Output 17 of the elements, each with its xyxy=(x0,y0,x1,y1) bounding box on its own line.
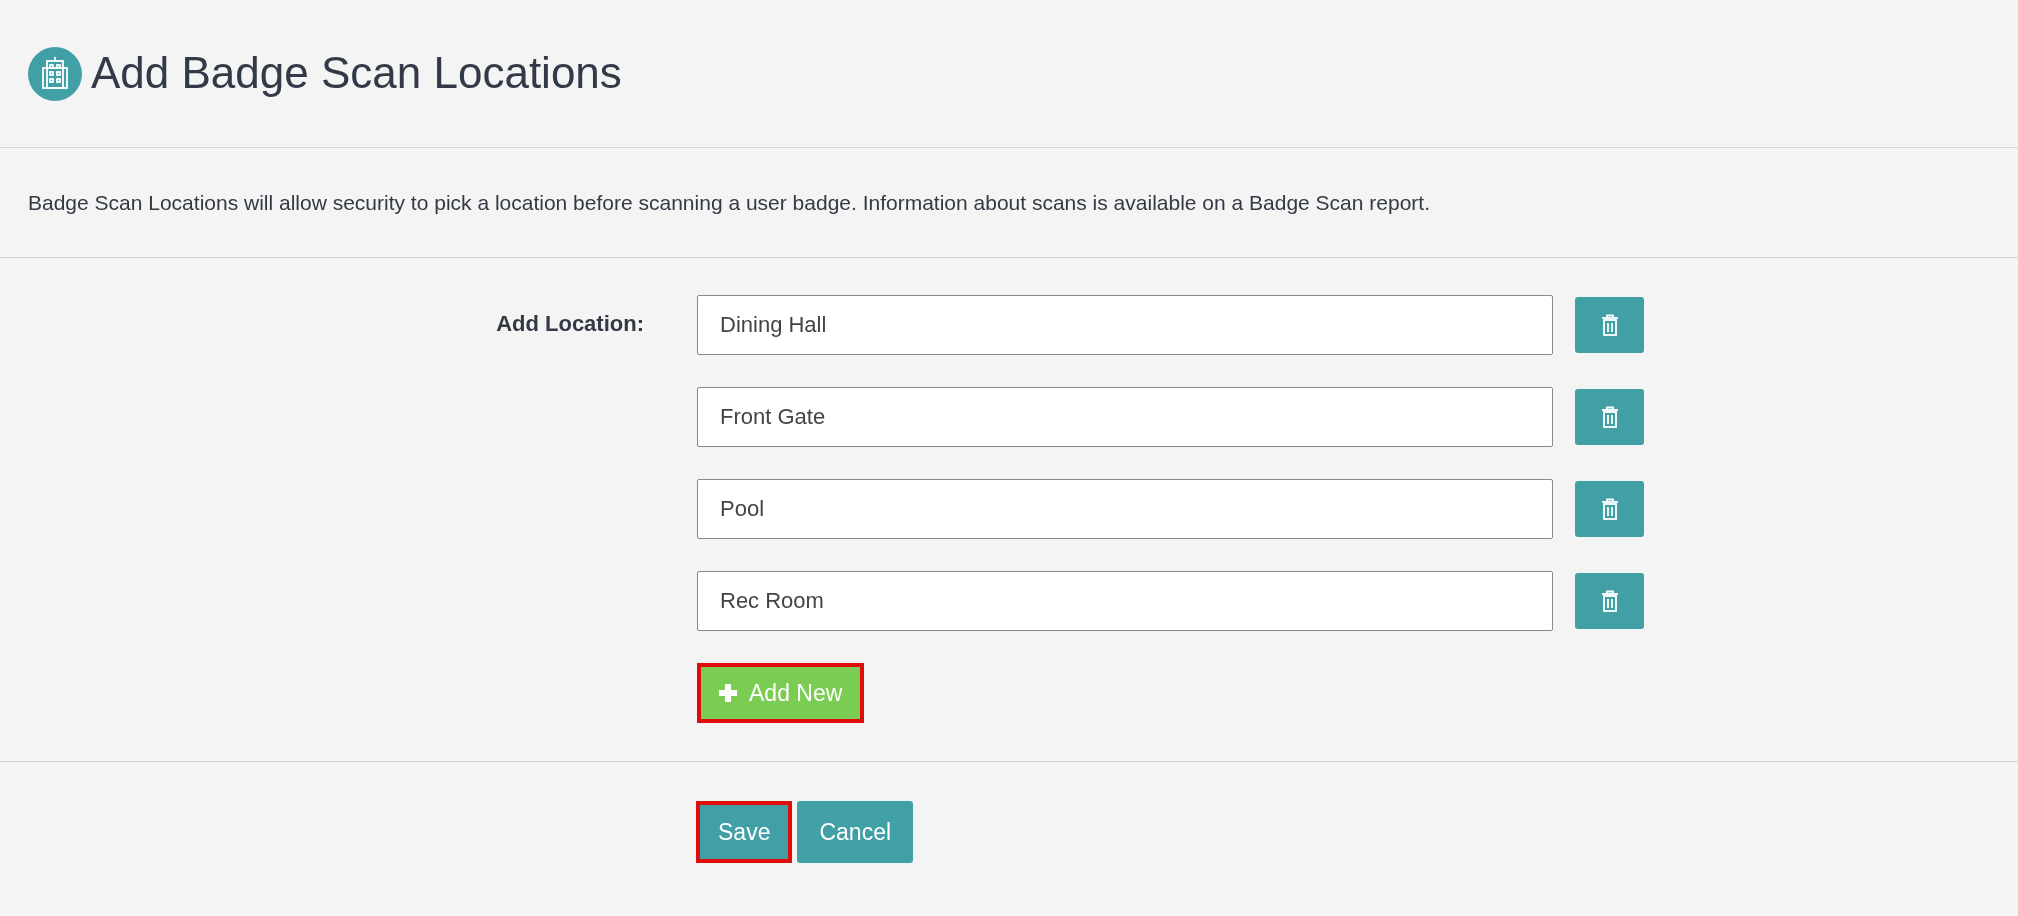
trash-icon xyxy=(1600,498,1619,520)
trash-icon xyxy=(1600,406,1619,428)
delete-button[interactable] xyxy=(1575,297,1644,353)
trash-icon xyxy=(1600,590,1619,612)
location-input[interactable]: Front Gate xyxy=(697,387,1553,447)
page-title: Add Badge Scan Locations xyxy=(91,47,622,100)
building-icon xyxy=(27,45,83,102)
plus-icon xyxy=(719,684,737,702)
description-text: Badge Scan Locations will allow security to pick a location before scanning a user badge. Information about scans is available on a Badge Scan report. xyxy=(28,189,1430,216)
location-input[interactable]: Dining Hall xyxy=(697,295,1553,355)
delete-button[interactable] xyxy=(1575,573,1644,629)
delete-button[interactable] xyxy=(1575,481,1644,537)
location-input[interactable]: Pool xyxy=(697,479,1553,539)
trash-icon xyxy=(1600,314,1619,336)
field-label: Add Location: xyxy=(496,311,644,336)
location-input[interactable]: Rec Room xyxy=(697,571,1553,631)
delete-button[interactable] xyxy=(1575,389,1644,445)
